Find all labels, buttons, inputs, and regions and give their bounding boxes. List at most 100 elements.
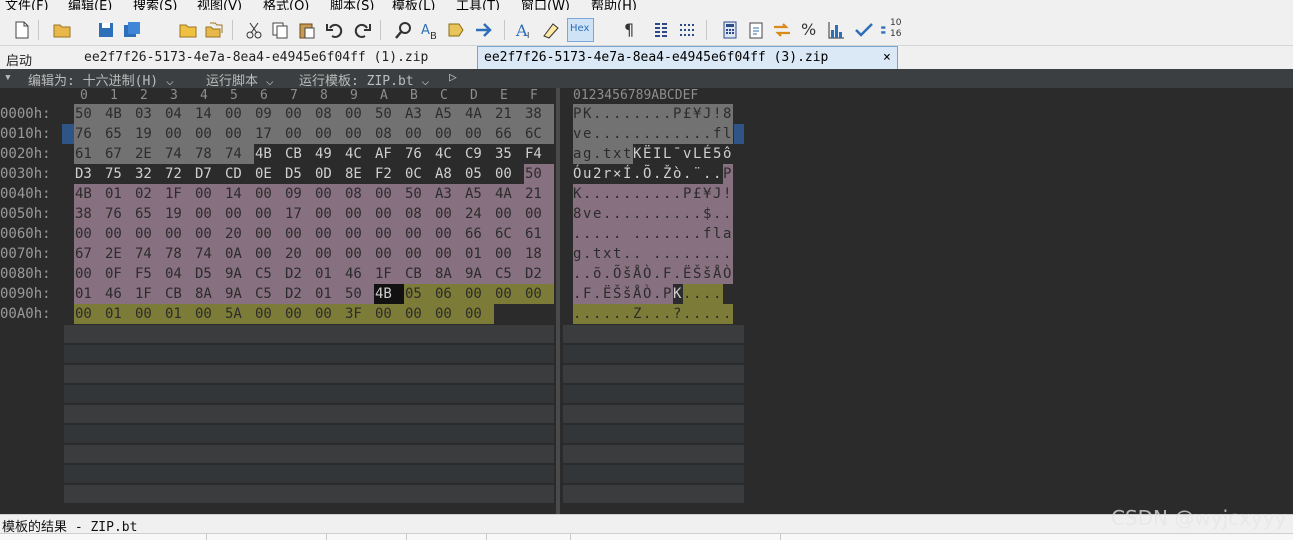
hex-byte[interactable]: 00: [494, 284, 524, 304]
hex-byte[interactable]: A5: [464, 184, 494, 204]
hex-byte[interactable]: 00: [404, 304, 434, 324]
ascii-char[interactable]: .: [623, 304, 633, 324]
hex-byte[interactable]: 01: [164, 304, 194, 324]
ascii-char[interactable]: .: [623, 244, 633, 264]
hex-byte[interactable]: 4B: [254, 144, 284, 164]
pane-splitter[interactable]: [556, 88, 560, 514]
ascii-char[interactable]: .: [583, 184, 593, 204]
highlight-icon[interactable]: [541, 20, 561, 40]
menu-search[interactable]: 搜索(S): [133, 0, 177, 10]
ascii-char[interactable]: .: [713, 304, 723, 324]
hex-byte[interactable]: CD: [224, 164, 254, 184]
ascii-char[interactable]: .: [693, 204, 703, 224]
hex-byte[interactable]: 38: [74, 204, 104, 224]
ascii-char[interactable]: .: [723, 304, 733, 324]
hex-byte[interactable]: 00: [284, 124, 314, 144]
ascii-char[interactable]: .: [663, 304, 673, 324]
hex-byte[interactable]: 74: [194, 244, 224, 264]
ascii-char[interactable]: t: [613, 244, 623, 264]
ascii-char[interactable]: f: [703, 224, 713, 244]
ascii-char[interactable]: P: [573, 104, 583, 124]
hex-byte[interactable]: 00: [314, 244, 344, 264]
hex-byte[interactable]: 00: [284, 304, 314, 324]
hex-byte[interactable]: 06: [434, 284, 464, 304]
ascii-char[interactable]: ¥: [693, 104, 703, 124]
hex-byte[interactable]: D5: [194, 264, 224, 284]
hex-byte[interactable]: D2: [524, 264, 554, 284]
hex-byte[interactable]: 1F: [134, 284, 164, 304]
ascii-char[interactable]: P: [663, 284, 673, 304]
hex-byte[interactable]: 9A: [464, 264, 494, 284]
ascii-char[interactable]: š: [703, 264, 713, 284]
ascii-char[interactable]: ¯: [673, 144, 683, 164]
hex-byte[interactable]: C9: [464, 144, 494, 164]
hex-byte[interactable]: 01: [464, 244, 494, 264]
ascii-char[interactable]: .: [613, 224, 623, 244]
hex-byte[interactable]: 35: [494, 144, 524, 164]
binary-icon[interactable]: [677, 20, 697, 40]
hex-byte[interactable]: 01: [314, 264, 344, 284]
ascii-char[interactable]: š: [623, 284, 633, 304]
hex-byte[interactable]: D7: [194, 164, 224, 184]
hex-byte[interactable]: 8A: [434, 264, 464, 284]
hex-byte[interactable]: 00: [434, 244, 464, 264]
hex-byte[interactable]: 74: [224, 144, 254, 164]
hex-byte[interactable]: CB: [164, 284, 194, 304]
ascii-char[interactable]: .: [723, 204, 733, 224]
ascii-char[interactable]: .: [643, 304, 653, 324]
hex-byte[interactable]: A3: [404, 104, 434, 124]
ascii-char[interactable]: v: [573, 124, 583, 144]
ascii-char[interactable]: Ë: [643, 144, 653, 164]
ascii-char[interactable]: .: [693, 244, 703, 264]
hex-byte[interactable]: 20: [224, 224, 254, 244]
ascii-char[interactable]: .: [593, 184, 603, 204]
ascii-char[interactable]: .: [623, 204, 633, 224]
ascii-char[interactable]: $: [703, 204, 713, 224]
ascii-char[interactable]: u: [583, 164, 593, 184]
ascii-char[interactable]: x: [603, 244, 613, 264]
hex-byte[interactable]: 46: [344, 264, 374, 284]
ascii-char[interactable]: .: [633, 104, 643, 124]
hex-byte[interactable]: 18: [524, 244, 554, 264]
hex-byte[interactable]: 00: [524, 284, 554, 304]
run-script-dropdown[interactable]: 运行脚本 ⌵: [206, 70, 274, 89]
hex-byte[interactable]: 0D: [314, 164, 344, 184]
paragraph-icon[interactable]: ¶: [624, 20, 634, 40]
ascii-char[interactable]: !: [713, 104, 723, 124]
hex-byte[interactable]: 02: [134, 184, 164, 204]
ascii-char[interactable]: .: [673, 244, 683, 264]
hex-byte[interactable]: 21: [524, 184, 554, 204]
hex-byte[interactable]: 74: [164, 144, 194, 164]
hex-byte[interactable]: 00: [374, 204, 404, 224]
hex-byte[interactable]: 19: [164, 204, 194, 224]
histogram-icon[interactable]: [826, 20, 846, 40]
hex-byte[interactable]: 75: [104, 164, 134, 184]
ascii-char[interactable]: .: [583, 224, 593, 244]
column-divider[interactable]: [486, 534, 487, 540]
hex-byte[interactable]: 00: [164, 124, 194, 144]
hex-byte[interactable]: 1F: [164, 184, 194, 204]
hex-byte[interactable]: 76: [104, 204, 134, 224]
hex-byte[interactable]: 0F: [104, 264, 134, 284]
ascii-char[interactable]: e: [593, 204, 603, 224]
column-divider[interactable]: [326, 534, 327, 540]
hex-byte[interactable]: 00: [314, 304, 344, 324]
ascii-char[interactable]: .: [653, 304, 663, 324]
hex-byte[interactable]: 50: [344, 284, 374, 304]
hex-byte[interactable]: 09: [254, 104, 284, 124]
hex-byte[interactable]: CB: [284, 144, 314, 164]
hex-byte[interactable]: C5: [494, 264, 524, 284]
ascii-char[interactable]: 2: [593, 164, 603, 184]
ascii-char[interactable]: .: [613, 184, 623, 204]
ascii-char[interactable]: .: [653, 244, 663, 264]
hex-byte[interactable]: 00: [494, 164, 524, 184]
ascii-char[interactable]: .: [643, 184, 653, 204]
hex-byte[interactable]: 66: [464, 224, 494, 244]
hex-byte[interactable]: 00: [104, 224, 134, 244]
hex-byte[interactable]: 03: [134, 104, 164, 124]
hex-byte[interactable]: 08: [374, 124, 404, 144]
ascii-char[interactable]: .: [633, 224, 643, 244]
ascii-char[interactable]: .: [633, 204, 643, 224]
hex-byte[interactable]: D2: [284, 264, 314, 284]
replace-icon[interactable]: [446, 20, 466, 40]
